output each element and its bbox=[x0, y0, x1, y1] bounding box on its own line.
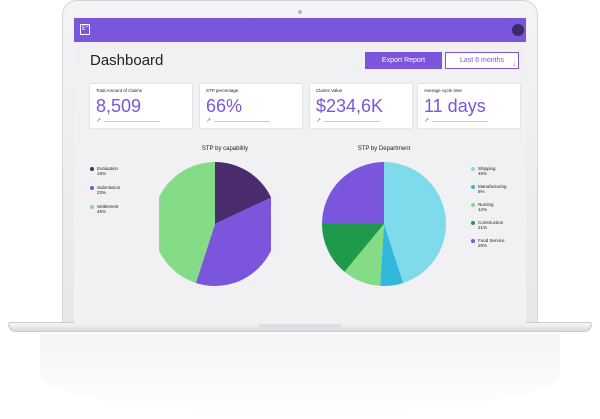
export-report-button[interactable]: Export Report bbox=[365, 52, 442, 69]
legend-swatch-icon bbox=[471, 167, 475, 171]
pie-chart-capability bbox=[159, 162, 271, 287]
sparkline bbox=[432, 121, 488, 122]
legend-swatch-icon bbox=[90, 186, 94, 190]
period-dropdown-label: Last 6 months bbox=[460, 57, 504, 64]
legend-item[interactable]: Nursing 12% bbox=[471, 202, 494, 212]
legend-item[interactable]: Evaluation 18% bbox=[90, 166, 118, 176]
kpi-card-total-claims[interactable]: Total Amount of Claims 8,509 ↗ bbox=[90, 84, 192, 128]
card-value: 8,509 bbox=[96, 96, 142, 116]
legend-item[interactable]: Shipping 45% bbox=[471, 166, 496, 176]
trend-up-icon: ↗ bbox=[206, 118, 212, 124]
trend-up-icon: ↗ bbox=[424, 118, 430, 124]
legend-swatch-icon bbox=[90, 205, 94, 209]
legend-item[interactable]: Submission 23% bbox=[90, 185, 120, 195]
legend-percent: 25% bbox=[478, 243, 488, 248]
legend-swatch-icon bbox=[471, 203, 475, 207]
legend-percent: 12% bbox=[478, 207, 488, 212]
card-label: Total Amount of Claims bbox=[96, 88, 143, 93]
sparkline bbox=[324, 121, 380, 122]
period-dropdown[interactable]: Last 6 months ↓ bbox=[445, 52, 519, 69]
sparkline bbox=[214, 121, 270, 122]
legend-swatch-icon bbox=[471, 185, 475, 189]
card-value: $234,6K bbox=[316, 96, 384, 116]
kpi-card-stp-percentage[interactable]: STP percentage 66% ↗ bbox=[200, 84, 302, 128]
legend-percent: 18% bbox=[97, 171, 107, 176]
legend-percent: 23% bbox=[97, 190, 107, 195]
trend-up-icon: ↗ bbox=[316, 118, 322, 124]
legend-swatch-icon bbox=[471, 221, 475, 225]
page-title: Dashboard bbox=[90, 52, 164, 69]
app-logo-icon[interactable]: E” bbox=[80, 24, 90, 35]
legend-percent: 45% bbox=[97, 209, 107, 214]
pie-chart-department bbox=[322, 162, 446, 286]
kpi-card-claims-value[interactable]: Claims Value $234,6K ↗ bbox=[310, 84, 412, 128]
legend-swatch-icon bbox=[471, 239, 475, 243]
card-label: Average cycle time bbox=[424, 88, 462, 93]
legend-percent: 21% bbox=[478, 225, 488, 230]
legend-item[interactable]: Manufacturing 8% bbox=[471, 184, 507, 194]
legend-percent: 45% bbox=[478, 171, 488, 176]
card-label: STP percentage bbox=[206, 88, 239, 93]
camera-icon bbox=[298, 10, 302, 14]
card-label: Claims Value bbox=[316, 88, 343, 93]
legend-percent: 8% bbox=[478, 189, 485, 194]
legend-item[interactable]: Food Service 25% bbox=[471, 238, 505, 248]
chart-title-capability: STP by capability bbox=[201, 146, 249, 152]
kpi-card-average-cycle-time[interactable]: Average cycle time 11 days ↗ bbox=[418, 84, 520, 128]
sparkline bbox=[104, 121, 160, 122]
avatar[interactable] bbox=[512, 24, 524, 36]
card-value: 11 days bbox=[424, 96, 486, 116]
chevron-down-icon: ↓ bbox=[512, 61, 517, 68]
app-screen: E” Dashboard Export Report Last 6 months… bbox=[74, 18, 526, 324]
chart-title-department: STP by Department bbox=[357, 146, 411, 152]
pie-slice-food-service[interactable] bbox=[322, 162, 384, 224]
top-navigation-bar: E” bbox=[74, 18, 526, 42]
trend-up-icon: ↗ bbox=[96, 118, 102, 124]
laptop-frame: E” Dashboard Export Report Last 6 months… bbox=[0, 0, 600, 419]
legend-item[interactable]: Settlement 45% bbox=[90, 204, 119, 214]
laptop-shadow bbox=[40, 334, 560, 414]
legend-item[interactable]: Construction 21% bbox=[471, 220, 503, 230]
card-value: 66% bbox=[206, 96, 243, 116]
legend-swatch-icon bbox=[90, 167, 94, 171]
